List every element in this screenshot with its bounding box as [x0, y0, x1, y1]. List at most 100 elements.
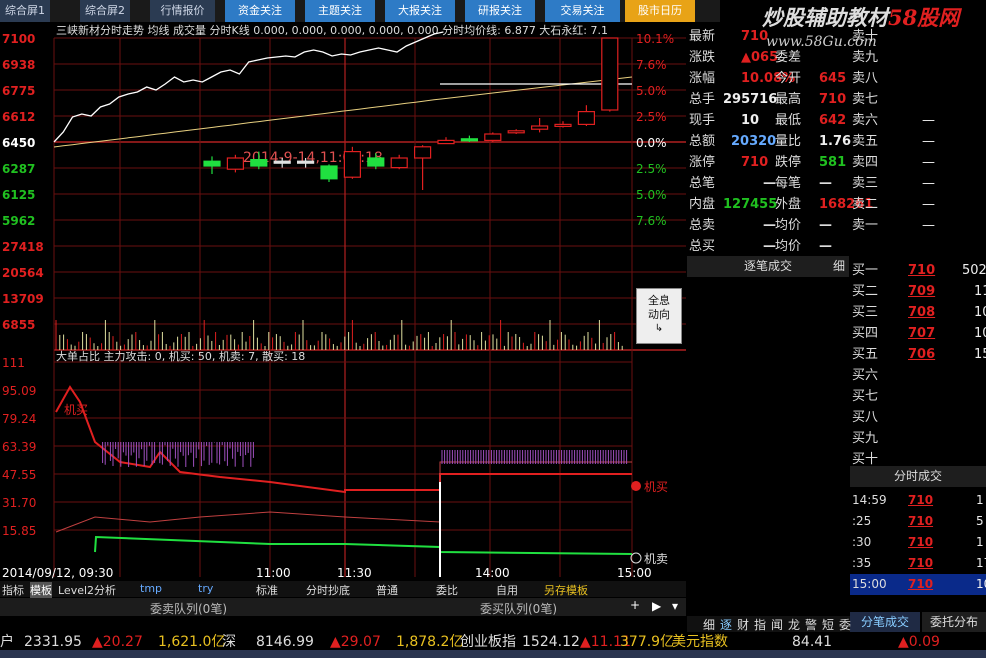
quote-value: 295716 [723, 92, 778, 107]
top-tab-1[interactable]: 综合屏2 [80, 0, 130, 22]
quote-key: 涨幅 [689, 71, 716, 86]
status-bar [0, 650, 986, 658]
side-tab-4[interactable]: 闻 [771, 616, 783, 633]
ticker-item: 1524.12 [522, 634, 580, 650]
lower-header: 大单占比 主力攻击: 0, 机买: 50, 机卖: 7, 散买: 18 [56, 349, 305, 363]
right-axis-label: 5.0% [636, 84, 667, 98]
bottom-tab-2[interactable]: Level2分析 [58, 582, 116, 598]
left-axis-label: 20564 [2, 266, 44, 280]
candle-body [297, 160, 315, 164]
left-axis-label: 6125 [2, 188, 35, 202]
left-axis-label: 6938 [2, 58, 35, 72]
side-tab-bar: 细逐财指闻龙警短委 [687, 616, 851, 633]
legend-buy: 机买 [644, 480, 668, 494]
top-tab-5[interactable]: 大报关注 [385, 0, 455, 22]
sell-row: 卖七 [850, 89, 986, 110]
buy-row: 买六 [850, 365, 986, 386]
menu-icon[interactable]: ▾ [672, 599, 678, 613]
side-tab-6[interactable]: 警 [805, 616, 817, 633]
left-axis-label: 6775 [2, 84, 35, 98]
buy-label: 买一 [852, 263, 879, 278]
lower-axis-label: 31.70 [2, 496, 36, 510]
bottom-tab-1[interactable]: 模板 [30, 582, 52, 598]
bottom-tab-8[interactable]: 委比 [436, 582, 458, 598]
top-tab-6[interactable]: 研报关注 [465, 0, 535, 22]
play-icon[interactable]: ▶ [652, 599, 661, 613]
ticker-item: 户 [0, 634, 14, 650]
fullinfo-button[interactable]: 全息 动向 ↳ [636, 288, 682, 344]
tab-weituo[interactable]: 委托分布 [922, 612, 986, 633]
top-tab-3[interactable]: 资金关注 [225, 0, 295, 22]
sell-label: 卖六 [852, 113, 879, 128]
top-tab-2[interactable]: 行情报价 [150, 0, 215, 22]
sell-row: 卖四 — [850, 152, 986, 173]
quote-value: 645 [819, 71, 847, 86]
bottom-tab-10[interactable]: 另存模板 [544, 582, 588, 598]
tick-price: 710 [908, 535, 934, 549]
ticker-item: 美元指数 [672, 634, 728, 650]
top-tab-8[interactable]: 股市日历 [625, 0, 695, 22]
tick-time: :35 [852, 556, 872, 570]
side-tab-1[interactable]: 逐 [720, 616, 732, 633]
sell-queue-label: 委卖队列(0笔) [150, 602, 227, 616]
side-tab-8[interactable]: 委 [839, 616, 851, 633]
ticker-item: ▲29.07 [330, 634, 381, 650]
quote-key: 跌停 [775, 155, 802, 170]
tick-volume: 5 [976, 514, 984, 528]
buy-label: 买四 [852, 326, 879, 341]
plus-icon[interactable]: + [630, 598, 640, 612]
intraday-chart: 7100 6938 6775 6612 6450 6287 6125 5962 27418 205… [0, 22, 686, 582]
side-tab-5[interactable]: 龙 [788, 616, 800, 633]
sell-row: 卖三 — [850, 173, 986, 194]
bottom-tab-4[interactable]: try [198, 582, 213, 595]
bottom-tab-0[interactable]: 指标 [2, 582, 24, 598]
left-axis-label: 13709 [2, 292, 44, 306]
bottom-tab-3[interactable]: tmp [140, 582, 162, 595]
tick-time: 15:00 [852, 577, 887, 591]
ticker-item: 2331.95 [24, 634, 82, 650]
side-tab-7[interactable]: 短 [822, 616, 834, 633]
bottom-tab-7[interactable]: 普通 [376, 582, 398, 598]
top-tab-bar: 综合屏1 综合屏2 行情报价 资金关注 主题关注 大报关注 研报关注 交易关注 股市日历 [0, 0, 720, 22]
buy-label: 买二 [852, 284, 879, 299]
right-axis-label: 2.5% [636, 110, 667, 124]
tab-fenbi[interactable]: 分笔成交 [850, 612, 920, 633]
side-tab-0[interactable]: 细 [703, 616, 715, 633]
fenshi-header[interactable]: 分时成交 [850, 466, 986, 487]
buy-volume: 15 [974, 347, 986, 362]
x-axis-label: 11:30 [337, 566, 372, 580]
candle-body [320, 165, 338, 180]
quote-key: 均价 [775, 218, 802, 233]
tick-price: 710 [908, 556, 934, 570]
bottom-tab-9[interactable]: 自用 [496, 582, 518, 598]
buy-label: 买五 [852, 347, 879, 362]
x-axis-label: 14:00 [475, 566, 510, 580]
sell-dash: — [922, 176, 935, 191]
fullinfo-label: 全息 动向 [648, 294, 670, 321]
quote-row: 涨跌 ▲065 委差 [687, 47, 849, 68]
top-tab-0[interactable]: 综合屏1 [0, 0, 50, 22]
x-axis-label: 15:00 [617, 566, 652, 580]
left-axis-label: 5962 [2, 214, 35, 228]
side-tab-3[interactable]: 指 [754, 616, 766, 633]
detail-button[interactable]: 细 [833, 256, 845, 277]
right-axis-label: 7.6% [636, 214, 667, 228]
ticker-item: 84.41 [792, 634, 833, 650]
quote-key: 最新 [689, 29, 716, 44]
buy-queue-label: 委买队列(0笔) [480, 602, 557, 616]
zhubi-header[interactable]: 逐笔成交 细 [687, 256, 849, 277]
buy-volume: 10 [974, 326, 986, 341]
bottom-tab-6[interactable]: 分时抄底 [306, 582, 350, 598]
sell-label: 卖七 [852, 92, 879, 107]
right-axis-label: 0.0% [636, 136, 667, 150]
top-tab-7[interactable]: 交易关注 [545, 0, 620, 22]
side-tab-2[interactable]: 财 [737, 616, 749, 633]
candle-body [226, 157, 244, 170]
top-tab-4[interactable]: 主题关注 [305, 0, 375, 22]
buy-volume: 10 [974, 305, 986, 320]
left-axis-label: 6612 [2, 110, 35, 124]
bottom-tab-5[interactable]: 标准 [256, 582, 278, 598]
tick-price: 710 [908, 514, 934, 528]
left-axis-label: 6287 [2, 162, 35, 176]
quote-key: 涨跌 [689, 50, 716, 65]
